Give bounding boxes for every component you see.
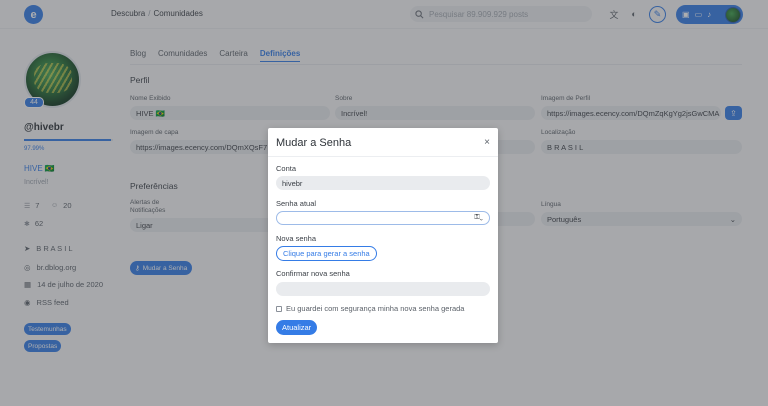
current-password-label: Senha atual [276, 199, 317, 208]
current-password-field[interactable]: ⚿⌄ [276, 211, 490, 225]
close-icon[interactable]: × [484, 137, 490, 148]
modal-divider [268, 156, 498, 157]
new-password-label: Nova senha [276, 234, 317, 243]
account-field[interactable]: hivebr [276, 176, 490, 190]
change-password-modal: Mudar a Senha × Conta hivebr Senha atual… [268, 128, 498, 343]
checkbox-label: Eu guardei com segurança minha nova senh… [286, 304, 465, 313]
confirm-password-label: Confirmar nova senha [276, 269, 350, 278]
password-manager-icon[interactable]: ⚿⌄ [474, 214, 483, 222]
checkbox[interactable] [276, 305, 282, 312]
saved-password-checkbox[interactable]: Eu guardei com segurança minha nova senh… [276, 304, 464, 313]
account-label: Conta [276, 164, 297, 173]
update-button[interactable]: Atualizar [276, 320, 318, 335]
modal-title: Mudar a Senha [276, 137, 352, 149]
confirm-password-field[interactable] [276, 282, 490, 296]
generate-password-button[interactable]: Clique para gerar a senha [276, 246, 377, 261]
